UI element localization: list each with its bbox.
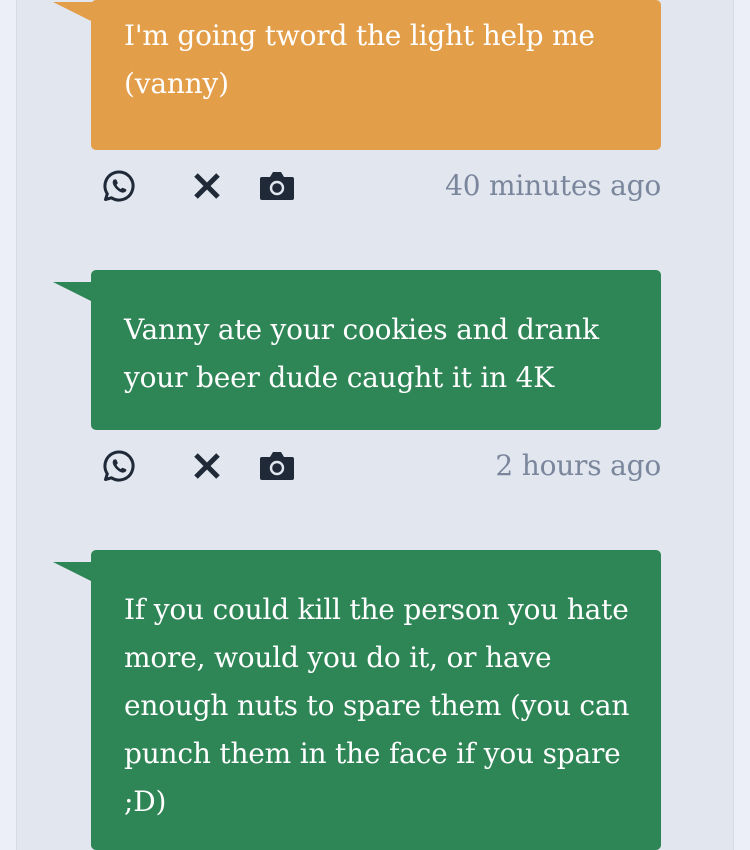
close-icon[interactable] <box>187 166 227 206</box>
post-timestamp: 2 hours ago <box>495 449 661 482</box>
close-icon[interactable] <box>187 446 227 486</box>
whatsapp-icon[interactable] <box>99 446 139 486</box>
message-bubble[interactable]: I'm going tword the light help me (vanny… <box>91 0 661 150</box>
bubble-tail <box>53 282 93 302</box>
bubble-tail <box>53 2 93 22</box>
bubble-tail <box>53 562 93 582</box>
post-timestamp: 40 minutes ago <box>445 169 661 202</box>
post-actions: 40 minutes ago <box>99 166 661 206</box>
whatsapp-icon[interactable] <box>99 166 139 206</box>
feed-column: I'm going tword the light help me (vanny… <box>16 0 734 850</box>
message-bubble[interactable]: If you could kill the person you hate mo… <box>91 550 661 850</box>
message-text: Vanny ate your cookies and drank your be… <box>124 313 599 394</box>
message-bubble[interactable]: Vanny ate your cookies and drank your be… <box>91 270 661 430</box>
message-text: I'm going tword the light help me (vanny… <box>124 19 595 100</box>
post-actions: 2 hours ago <box>99 446 661 486</box>
message-text: If you could kill the person you hate mo… <box>124 593 630 818</box>
camera-icon[interactable] <box>257 446 297 486</box>
camera-icon[interactable] <box>257 166 297 206</box>
